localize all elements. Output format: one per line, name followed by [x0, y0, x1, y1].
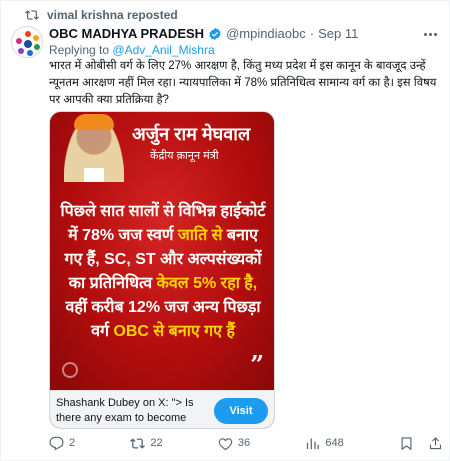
watermark-icon [62, 362, 78, 378]
right-actions [399, 436, 443, 451]
reply-prefix: Replying to [49, 43, 110, 57]
repost-icon [25, 10, 39, 20]
like-action[interactable]: 36 [218, 436, 250, 451]
obc-logo-icon [13, 28, 42, 57]
quote-mark: ” [250, 350, 264, 379]
visit-button[interactable]: Visit [214, 398, 268, 424]
author-handle[interactable]: @mpindiaobc [226, 26, 306, 41]
link-card[interactable]: अर्जुन राम मेघवाल केंद्रीय क़ानून मंत्री… [49, 111, 275, 429]
repost-header: vimal krishna reposted [25, 7, 178, 23]
tweet-date[interactable]: Sep 11 [318, 26, 358, 41]
author-name[interactable]: OBC MADHYA PRADESH [49, 26, 204, 41]
poster-person-name: अर्जुन राम मेघवाल [132, 124, 251, 144]
share-icon[interactable] [428, 436, 443, 451]
verified-icon [209, 27, 221, 40]
like-count: 36 [237, 437, 251, 449]
poster-person-title: केंद्रीय क़ानून मंत्री [150, 150, 219, 162]
poster-image: अर्जुन राम मेघवाल केंद्रीय क़ानून मंत्री… [50, 112, 274, 390]
reply-to-link[interactable]: @Adv_Anil_Mishra [112, 43, 214, 57]
more-options-icon[interactable] [421, 27, 439, 41]
tweet-header: OBC MADHYA PRADESH @mpindiaobc · Sep 11 [49, 25, 409, 42]
quote-highlight-3: OBC से बनाए गए हैं [113, 323, 235, 340]
tweet-container[interactable]: vimal krishna reposted OBC MADHYA PRADES… [0, 0, 450, 461]
reply-context: Replying to @Adv_Anil_Mishra [49, 43, 215, 57]
reply-action[interactable]: 2 [49, 436, 75, 451]
poster-quote: पिछले सात सालों से विभिन्न हाईकोर्ट में … [50, 200, 274, 344]
repost-action[interactable]: 22 [130, 436, 163, 451]
tweet-text: भारत में ओबीसी वर्ग के लिए 27% आरक्षण है… [49, 60, 437, 106]
quote-highlight-1: जाति से [177, 227, 223, 244]
heart-icon [218, 437, 233, 450]
card-text[interactable]: Shashank Dubey on X: "> Is there any exa… [56, 396, 206, 428]
action-bar: 2 22 36 648 [49, 433, 443, 453]
views-icon [307, 438, 320, 449]
bookmark-icon[interactable] [399, 436, 414, 451]
separator-dot: · [309, 26, 315, 41]
repost-icon [130, 437, 146, 449]
views-action[interactable]: 648 [305, 436, 344, 451]
card-footer[interactable]: Shashank Dubey on X: "> Is there any exa… [50, 390, 274, 428]
reply-icon [49, 436, 64, 450]
reply-count: 2 [69, 437, 76, 449]
view-count: 648 [325, 437, 344, 449]
repost-count: 22 [150, 437, 163, 449]
turban-shape [74, 114, 114, 130]
repost-label[interactable]: vimal krishna reposted [47, 8, 178, 22]
avatar[interactable] [11, 26, 43, 58]
quote-highlight-2: केवल 5% रहा है, [156, 275, 258, 292]
